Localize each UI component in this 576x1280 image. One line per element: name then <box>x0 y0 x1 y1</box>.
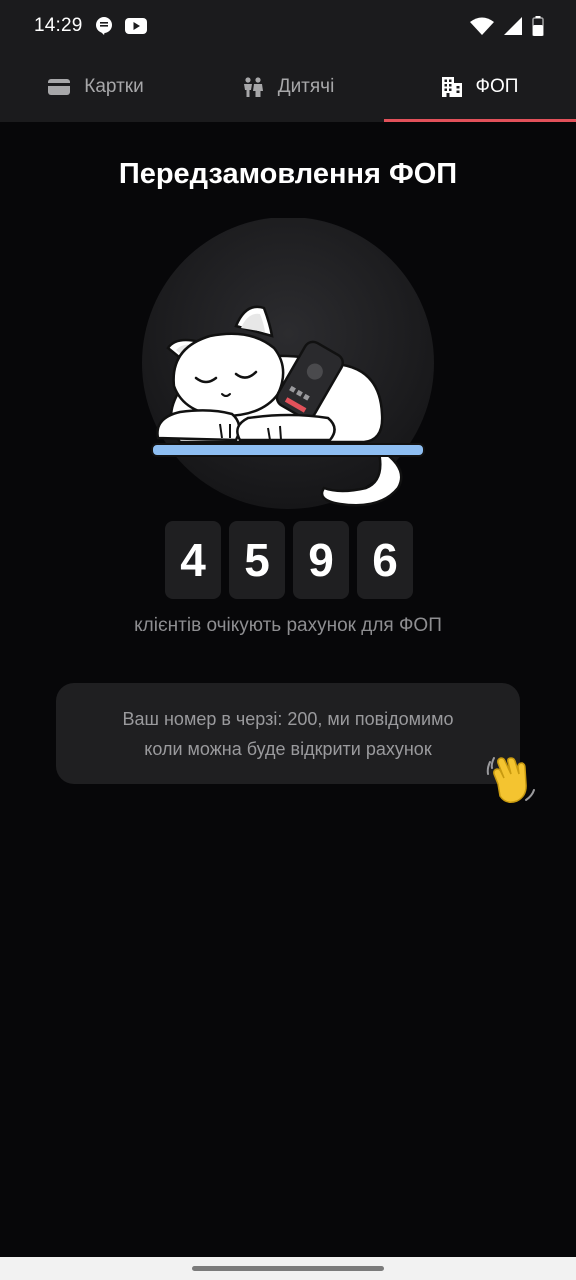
counter-digit: 4 <box>165 521 221 599</box>
status-right <box>470 16 544 36</box>
youtube-notification-icon <box>124 18 147 34</box>
building-icon <box>441 77 462 97</box>
sleeping-cat-illustration <box>142 218 434 509</box>
counter-digit: 5 <box>229 521 285 599</box>
waiting-clients-counter: 4 5 9 6 <box>165 521 413 599</box>
status-left: 14:29 <box>34 15 147 37</box>
queue-message-line2: коли можна буде відкрити рахунок <box>144 738 432 759</box>
queue-info-card: Ваш номер в черзі: 200, ми повідомимо ко… <box>56 683 520 784</box>
status-time: 14:29 <box>34 15 83 36</box>
tab-bar: Картки Дитячі ФОП <box>0 52 576 122</box>
counter-digit: 9 <box>293 521 349 599</box>
tab-fop-label: ФОП <box>475 76 519 97</box>
tab-children[interactable]: Дитячі <box>192 52 384 122</box>
battery-icon <box>532 16 544 36</box>
page-title: Передзамовлення ФОП <box>118 158 458 190</box>
queue-message: Ваш номер в черзі: 200, ми повідомимо ко… <box>123 704 454 764</box>
card-icon <box>48 79 71 95</box>
counter-digit: 6 <box>357 521 413 599</box>
tab-children-label: Дитячі <box>277 76 335 97</box>
waving-hand-icon <box>486 757 535 803</box>
counter-caption: клієнтів очікують рахунок для ФОП <box>134 615 442 636</box>
children-icon <box>243 77 263 97</box>
queue-message-line1: Ваш номер в черзі: 200, ми повідомимо <box>122 708 454 729</box>
wifi-icon <box>470 17 494 35</box>
tab-cards[interactable]: Картки <box>0 52 192 122</box>
chat-notification-icon <box>95 17 112 35</box>
tab-cards-label: Картки <box>84 76 144 97</box>
status-bar: 14:29 <box>0 0 576 52</box>
home-indicator[interactable] <box>192 1266 384 1271</box>
signal-icon <box>504 17 522 35</box>
tab-fop[interactable]: ФОП <box>384 52 576 122</box>
screen: 14:29 Картки Дитячі ФОП Передзамовлення … <box>0 0 576 1280</box>
